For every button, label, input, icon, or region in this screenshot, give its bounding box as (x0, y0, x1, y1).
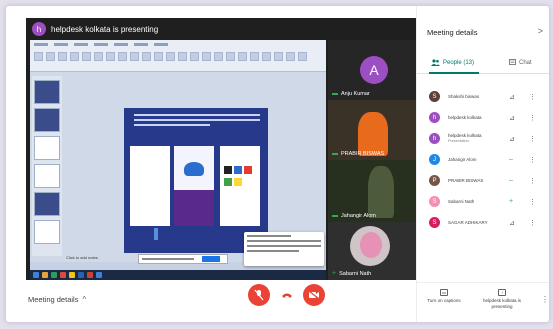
participant-avatar: S (429, 217, 440, 228)
participant-video (368, 166, 394, 218)
people-icon (431, 59, 440, 66)
notification-toast (244, 232, 324, 266)
pin-icon: + (332, 270, 337, 277)
captions-icon: cc (440, 289, 448, 296)
participant-row[interactable]: S Sabarni Nath + ⋮ (417, 191, 549, 212)
slide-thumbnails (32, 76, 62, 256)
meet-window: h helpdesk kolkata is presenting Click t… (6, 6, 549, 322)
present-screen-icon: ↑ (498, 289, 506, 296)
participant-tile[interactable]: Jahangir Alom (328, 160, 421, 222)
participant-tile[interactable]: PRABIR BISWAS (328, 100, 421, 160)
sharing-notice (138, 254, 228, 264)
participant-name: Sabarni Nath (448, 198, 475, 204)
presenter-label: helpdesk kolkata is presenting (51, 24, 159, 34)
participant-avatar: A (360, 56, 388, 84)
mic-off-icon: ⊿ (509, 93, 515, 101)
presenter-bar: h helpdesk kolkata is presenting (26, 18, 421, 40)
tile-name: PRABIR BISWAS (341, 151, 385, 157)
participant-row[interactable]: P PRABIR BISWAS – ⋮ (417, 170, 549, 191)
mic-toggle-button[interactable] (248, 284, 270, 306)
camera-toggle-button[interactable] (303, 284, 325, 306)
participant-video (358, 112, 388, 156)
more-vert-icon[interactable]: ⋮ (529, 177, 536, 185)
participant-name: Shakshi biswas (448, 93, 480, 99)
participant-tile[interactable]: A Anju Kumar (328, 40, 421, 100)
mic-on-icon: – (509, 177, 513, 184)
chevron-up-icon: ^ (82, 295, 87, 304)
participant-avatar: J (429, 154, 440, 165)
meeting-details-label: Meeting details (28, 295, 79, 304)
more-vert-icon[interactable]: ⋮ (529, 219, 536, 227)
tile-name: Anju Kumar (341, 91, 370, 97)
presenting-button[interactable]: ↑ helpdesk kolkata is presenting (477, 289, 527, 310)
tile-name: Sabarni Nath (339, 270, 372, 277)
participant-subtitle: Presentation (448, 138, 470, 143)
phone-hangup-icon (282, 293, 292, 298)
participant-avatar: h (429, 133, 440, 144)
hang-up-button[interactable] (276, 284, 298, 306)
pin-icon: + (509, 198, 514, 205)
participant-tile[interactable]: + Sabarni Nath (328, 222, 421, 280)
participant-name: Jahangir Alom (448, 156, 477, 162)
click-to-add-notes: Click to add notes (66, 255, 98, 260)
mic-on-icon (332, 153, 338, 155)
windows-taskbar (30, 270, 326, 280)
meeting-details-panel: Meeting details > People (13) Chat S Sha… (416, 6, 549, 322)
participant-avatar: S (429, 91, 440, 102)
tab-people[interactable]: People (13) (431, 59, 474, 66)
chat-icon (509, 59, 516, 65)
mic-off-icon: ⊿ (509, 219, 515, 227)
captions-button[interactable]: cc Turn on captions (423, 289, 465, 304)
mic-on-icon (332, 93, 338, 95)
more-vert-icon[interactable]: ⋮ (529, 93, 536, 101)
participant-avatar: h (429, 112, 440, 123)
meeting-details-toggle[interactable]: Meeting details ^ (28, 295, 86, 304)
panel-footer: cc Turn on captions ↑ helpdesk kolkata i… (417, 282, 549, 322)
participant-name: helpdesk kolkata (448, 133, 482, 139)
participant-avatar: P (429, 175, 440, 186)
more-vert-icon[interactable]: ⋮ (541, 295, 549, 304)
panel-title: Meeting details (427, 28, 478, 37)
presenting-label: helpdesk kolkata is presenting (482, 298, 522, 309)
mic-off-icon: ⊿ (509, 114, 515, 122)
tile-name: Jahangir Alom (341, 213, 376, 219)
tab-chat[interactable]: Chat (509, 59, 532, 66)
more-vert-icon[interactable]: ⋮ (529, 114, 536, 122)
panel-tabs: People (13) Chat (417, 56, 549, 74)
participant-list: S Shakshi biswas ⊿ ⋮ h helpdesk kolkata … (417, 86, 549, 233)
bottom-controls: Meeting details ^ (6, 284, 416, 322)
mic-on-icon (332, 215, 338, 217)
shared-screen: Click to add notes (30, 40, 326, 280)
participant-row[interactable]: J Jahangir Alom – ⋮ (417, 149, 549, 170)
participant-row[interactable]: S SAGAR ADHIKARY ⊿ ⋮ (417, 212, 549, 233)
participant-row[interactable]: h helpdesk kolkata Presentation ⊿ ⋮ (417, 128, 549, 149)
mic-off-icon: ⊿ (509, 135, 515, 143)
more-vert-icon[interactable]: ⋮ (529, 135, 536, 143)
tab-people-label: People (13) (443, 59, 475, 66)
tab-chat-label: Chat (519, 59, 532, 66)
chevron-right-icon[interactable]: > (538, 26, 543, 36)
captions-label: Turn on captions (427, 298, 461, 303)
participant-name: helpdesk kolkata (448, 114, 482, 120)
presentation-stage: h helpdesk kolkata is presenting Click t… (26, 18, 421, 280)
active-tab-indicator (429, 72, 479, 74)
mic-on-icon: – (509, 156, 513, 163)
participant-row[interactable]: h helpdesk kolkata ⊿ ⋮ (417, 107, 549, 128)
more-vert-icon[interactable]: ⋮ (529, 198, 536, 206)
mic-off-icon (254, 289, 264, 301)
presenter-avatar: h (32, 22, 46, 36)
camera-off-icon (308, 290, 320, 300)
participant-row[interactable]: S Shakshi biswas ⊿ ⋮ (417, 86, 549, 107)
participant-avatar: S (429, 196, 440, 207)
more-vert-icon[interactable]: ⋮ (529, 156, 536, 164)
participant-name: PRABIR BISWAS (448, 177, 484, 183)
participant-name: SAGAR ADHIKARY (448, 219, 488, 225)
word-ribbon (30, 40, 326, 72)
